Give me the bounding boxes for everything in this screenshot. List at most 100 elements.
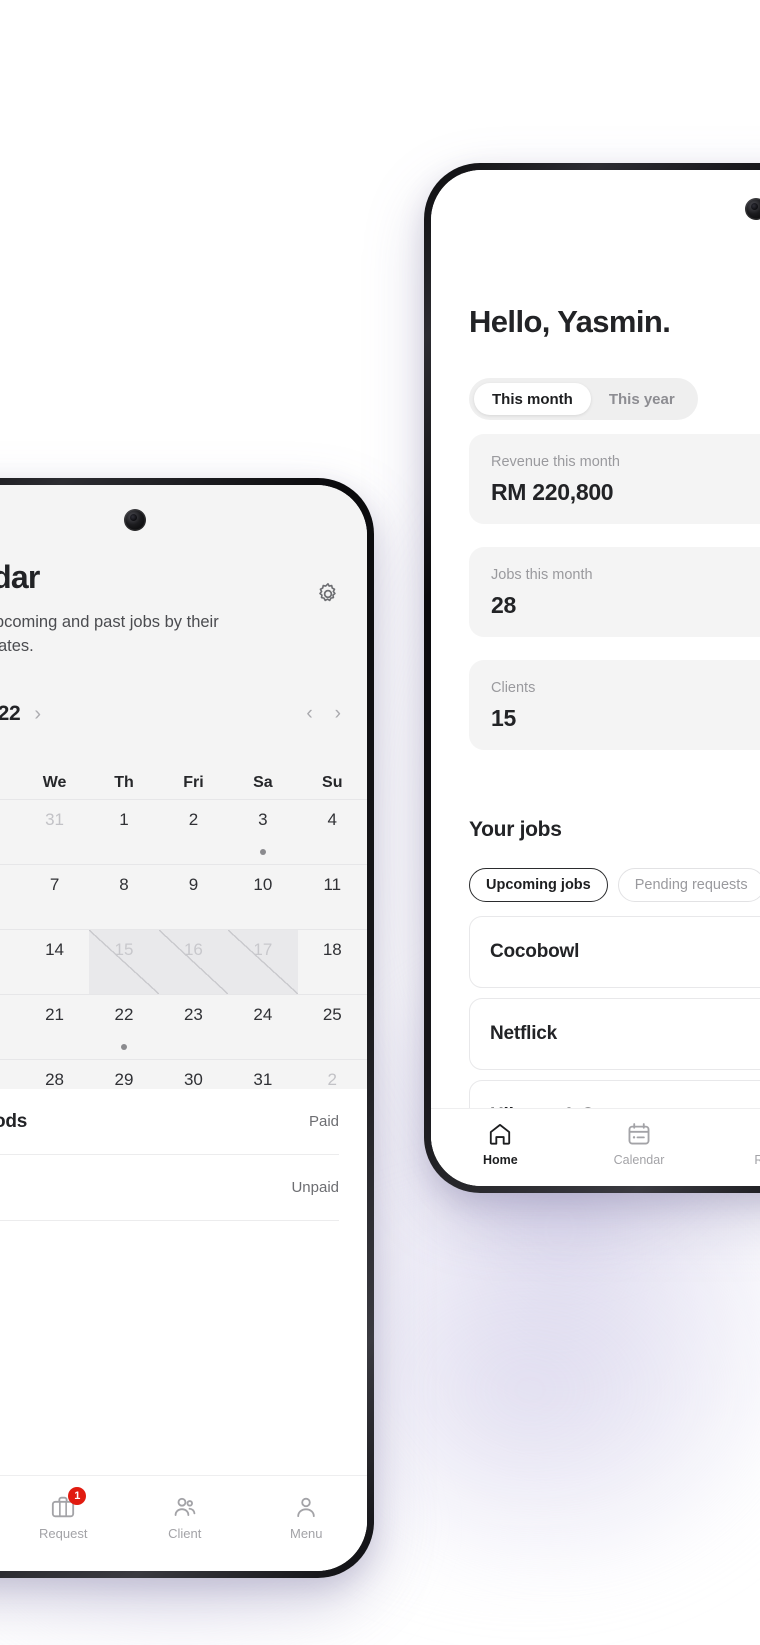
calendar-day-number: 15 (114, 940, 134, 959)
calendar-day-number: 1 (119, 810, 129, 829)
calendar-day-cell[interactable]: 4 (298, 800, 367, 864)
calendar-day-cell[interactable]: 18 (298, 930, 367, 994)
bottom-navigation-right: Home Calendar R (431, 1108, 760, 1186)
nav-label: Client (168, 1526, 202, 1541)
calendar-day-cell[interactable]: 7 (20, 865, 89, 929)
calendar-day-number: 25 (322, 1005, 342, 1024)
stat-card-clients: Clients 15 (469, 660, 760, 750)
nav-item-request[interactable]: 1 Request (3, 1487, 125, 1541)
list-item[interactable]: Happy Foods Paid (0, 1089, 339, 1155)
calendar-day-number: 16 (183, 940, 203, 959)
calendar-day-number: 17 (253, 940, 273, 959)
calendar-header: Calendar View your upcoming and past job… (0, 559, 367, 658)
people-icon (172, 1494, 198, 1520)
calendar-day-number: 21 (45, 1005, 65, 1024)
calendar-weekday-headers: MoTuWeThFriSaSu (0, 757, 367, 799)
calendar-day-cell[interactable]: 10 (228, 865, 297, 929)
status-badge: 1 (68, 1487, 87, 1505)
calendar-day-cell[interactable]: 6 (0, 865, 20, 929)
calendar-day-number: 3 (258, 810, 268, 829)
month-selector[interactable]: March 2022 › (0, 702, 41, 726)
prev-month-button[interactable]: ‹ (306, 703, 312, 725)
calendar-day-number: 10 (253, 875, 273, 894)
tab-this-month[interactable]: This month (474, 383, 591, 415)
calendar-day-cell[interactable]: 1 (89, 800, 158, 864)
phone-inner-right: Hello, Yasmin. This month This year Reve… (431, 170, 760, 1186)
calendar-day-cell[interactable]: 17 (228, 930, 298, 994)
calendar-day-number: 2 (327, 1070, 338, 1089)
calendar-screen: Calendar View your upcoming and past job… (0, 485, 367, 1571)
nav-item-home[interactable]: Home (431, 1121, 570, 1167)
nav-label: Calendar (613, 1153, 665, 1167)
nav-item-client[interactable]: Client (124, 1494, 246, 1541)
calendar-weekday-sa: Sa (253, 774, 273, 791)
calendar-weekday-we: We (42, 774, 67, 791)
calendar-day-number: 2 (188, 810, 199, 829)
calendar-week-row: 19202122232425 (0, 995, 367, 1060)
stat-value: 15 (491, 705, 516, 731)
nav-label: Request (39, 1526, 88, 1541)
calendar-day-cell[interactable]: 15 (89, 930, 160, 994)
month-nav: ‹ › (306, 703, 341, 725)
job-card[interactable]: Netflick (469, 998, 760, 1070)
month-selector-row: March 2022 › ‹ › (0, 702, 341, 726)
calendar-day-number: 23 (183, 1005, 203, 1024)
stat-value: 28 (491, 592, 516, 618)
event-dot (259, 849, 266, 855)
calendar-day-cell[interactable]: 22 (89, 995, 158, 1059)
calendar-day-cell[interactable]: 20 (0, 995, 20, 1059)
job-card[interactable]: Cocobowl (469, 916, 760, 988)
filter-pending-requests[interactable]: Pending requests (617, 868, 760, 902)
period-toggle[interactable]: This month This year (469, 378, 698, 420)
calendar-weekday-fri: Fri (183, 774, 204, 791)
calendar-weeks: 2830311234567891011121314151617181920212… (0, 799, 367, 1125)
filter-upcoming-jobs[interactable]: Upcoming jobs (469, 868, 608, 902)
calendar-day-number: 29 (114, 1070, 134, 1089)
dashboard-content: Hello, Yasmin. This month This year Reve… (431, 170, 760, 1186)
calendar-day-cell[interactable]: 13 (0, 930, 20, 994)
calendar-week-row: 2830311234 (0, 799, 367, 865)
gear-icon[interactable] (315, 581, 341, 607)
calendar-day-cell[interactable]: 9 (159, 865, 228, 929)
person-icon (293, 1494, 319, 1520)
list-item[interactable]: Netflick Unpaid (0, 1155, 339, 1221)
calendar-day-cell[interactable]: 21 (20, 995, 89, 1059)
front-camera-icon (124, 509, 146, 531)
calendar-day-cell[interactable]: 25 (298, 995, 367, 1059)
stat-card-jobs: Jobs this month 28 (469, 547, 760, 637)
calendar-day-cell[interactable]: 8 (89, 865, 158, 929)
calendar-day-number: 22 (114, 1005, 134, 1024)
calendar-day-cell[interactable]: 11 (298, 865, 367, 929)
nav-item-calendar[interactable]: Calendar (570, 1121, 709, 1167)
job-name: Happy Foods (0, 1110, 28, 1132)
calendar-day-cell[interactable]: 31 (20, 800, 89, 864)
front-camera-icon (745, 198, 760, 220)
job-name: Netflick (490, 1023, 558, 1044)
nav-item-menu[interactable]: Menu (246, 1494, 368, 1541)
calendar-day-cell[interactable]: 3 (228, 800, 297, 864)
chevron-right-icon[interactable]: › (34, 704, 41, 724)
calendar-week-row: 567891011 (0, 865, 367, 930)
payment-status: Paid (308, 1113, 339, 1130)
payment-status: Unpaid (291, 1179, 339, 1196)
calendar-day-cell[interactable]: 23 (159, 995, 228, 1059)
nav-label: Home (482, 1153, 518, 1167)
calendar-day-number: 28 (45, 1070, 65, 1089)
calendar-day-cell[interactable]: 16 (158, 930, 229, 994)
stat-card-revenue: Revenue this month RM 220,800 (469, 434, 760, 524)
calendar-week-row: 12131415161718 (0, 930, 367, 995)
scene-root: Hello, Yasmin. This month This year Reve… (0, 0, 760, 1645)
calendar-day-cell[interactable]: 24 (228, 995, 297, 1059)
page-title: Calendar (0, 559, 40, 595)
calendar-job-list: Happy Foods Paid Netflick Unpaid (0, 1089, 367, 1475)
tab-this-year[interactable]: This year (591, 383, 693, 415)
next-month-button[interactable]: › (335, 703, 341, 725)
calendar-day-cell[interactable]: 30 (0, 800, 20, 864)
calendar-day-cell[interactable]: 2 (159, 800, 228, 864)
calendar-day-cell[interactable]: 14 (20, 930, 89, 994)
nav-item-request[interactable]: 3 Request (708, 1121, 760, 1167)
jobs-filter-row: Upcoming jobs Pending requests (469, 868, 760, 902)
phone-inner-left: Calendar View your upcoming and past job… (0, 485, 367, 1571)
calendar-day-number: 18 (322, 940, 342, 959)
bottom-navigation-left: Calendar 1 Request (0, 1475, 367, 1571)
